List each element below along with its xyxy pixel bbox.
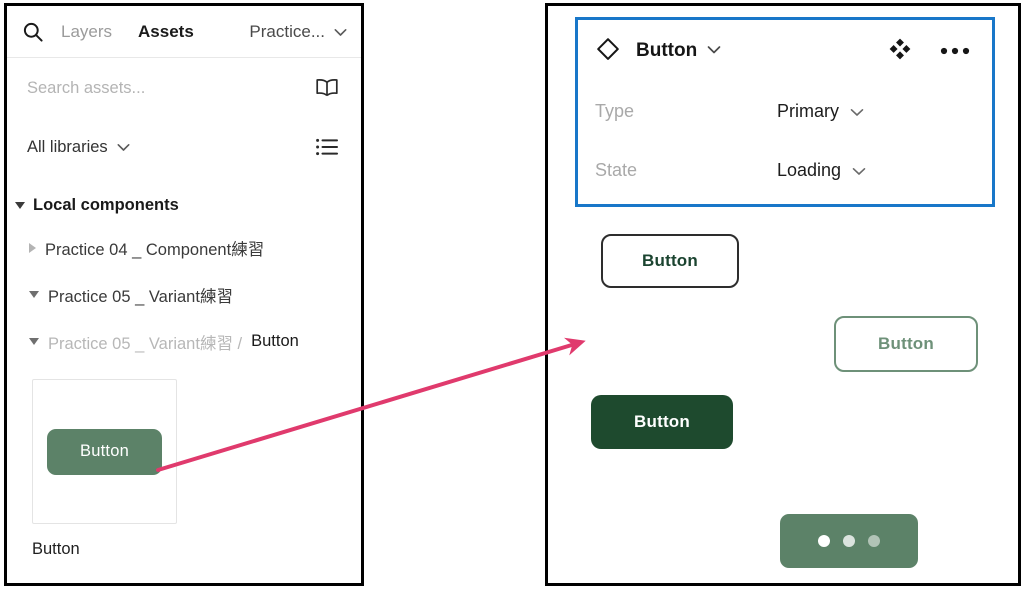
- triangle-down-icon: [29, 291, 39, 298]
- four-diamonds-icon[interactable]: [888, 37, 912, 66]
- chevron-down-icon[interactable]: [707, 42, 721, 60]
- component-name: Button: [636, 40, 698, 61]
- tree-item-practice-04[interactable]: Practice 04 _ Component練習: [7, 224, 361, 271]
- search-input[interactable]: Search assets...: [27, 80, 313, 97]
- open-book-icon[interactable]: [313, 74, 341, 102]
- properties-title-row: Button: [578, 20, 992, 82]
- tree-item-practice-05[interactable]: Practice 05 _ Variant練習: [7, 271, 361, 318]
- tree-item-name: Button: [251, 332, 299, 350]
- variant-button-label: Button: [878, 334, 934, 353]
- chevron-down-icon: [852, 160, 866, 181]
- thumbnail-button-label: Button: [80, 442, 129, 460]
- section-title: Local components: [33, 195, 179, 214]
- libraries-filter-row: All libraries: [7, 118, 361, 176]
- property-row-type: Type Primary: [578, 82, 992, 141]
- component-thumbnail-group: Button Button: [32, 379, 361, 559]
- property-label-type: Type: [595, 101, 635, 121]
- diamond-component-icon: [595, 36, 621, 67]
- property-value-type-text: Primary: [777, 101, 839, 121]
- panel-tabs-row: Layers Assets Practice...: [7, 6, 361, 58]
- tab-assets[interactable]: Assets: [138, 23, 194, 40]
- variant-button-outline-sage[interactable]: Button: [834, 316, 978, 372]
- tab-layers[interactable]: Layers: [61, 23, 112, 40]
- component-thumbnail-card[interactable]: Button: [32, 379, 177, 524]
- triangle-down-icon: [29, 338, 39, 345]
- loading-dot-icon: [868, 535, 880, 547]
- variant-button-label: Button: [642, 251, 698, 270]
- component-thumbnail-caption: Button: [32, 540, 80, 558]
- thumbnail-button-preview: Button: [47, 428, 162, 475]
- tree-item-label: Practice 05 _ Variant練習: [48, 287, 233, 306]
- assets-panel: Layers Assets Practice... Search assets.…: [4, 3, 364, 586]
- libraries-dropdown[interactable]: All libraries: [27, 139, 313, 156]
- search-assets-row[interactable]: Search assets...: [7, 58, 361, 118]
- variant-button-loading[interactable]: [780, 514, 918, 568]
- list-view-icon[interactable]: [313, 133, 341, 161]
- chevron-down-icon: [850, 101, 864, 122]
- tree-item-practice-05-button[interactable]: Practice 05 _ Variant練習 / Button: [7, 318, 361, 365]
- file-selector-label: Practice...: [249, 21, 325, 41]
- tree-item-path-prefix: Practice 05 _ Variant練習 /: [48, 334, 243, 353]
- component-properties-panel: Button Type Primary State Loading: [575, 17, 995, 207]
- chevron-down-icon: [334, 22, 347, 42]
- property-value-state[interactable]: Loading: [777, 160, 866, 181]
- triangle-down-icon: [15, 201, 25, 209]
- search-icon[interactable]: [21, 20, 45, 44]
- property-row-state: State Loading: [578, 141, 992, 200]
- loading-dot-icon: [843, 535, 855, 547]
- file-selector[interactable]: Practice...: [249, 22, 347, 42]
- section-local-components[interactable]: Local components: [7, 186, 361, 224]
- more-options-icon[interactable]: [940, 42, 970, 60]
- libraries-dropdown-label: All libraries: [27, 137, 108, 156]
- triangle-right-icon: [29, 242, 36, 253]
- loading-dot-icon: [818, 535, 830, 547]
- variant-button-label: Button: [634, 412, 690, 431]
- property-value-type[interactable]: Primary: [777, 101, 864, 122]
- property-label-state: State: [595, 160, 638, 180]
- variant-button-outline-dark[interactable]: Button: [601, 234, 739, 288]
- tree-item-label: Practice 04 _ Component練習: [45, 240, 265, 259]
- property-value-state-text: Loading: [777, 160, 842, 180]
- variant-button-filled-dark[interactable]: Button: [591, 395, 733, 449]
- chevron-down-icon: [117, 139, 130, 156]
- canvas-panel: Button Type Primary State Loading Button…: [545, 3, 1021, 586]
